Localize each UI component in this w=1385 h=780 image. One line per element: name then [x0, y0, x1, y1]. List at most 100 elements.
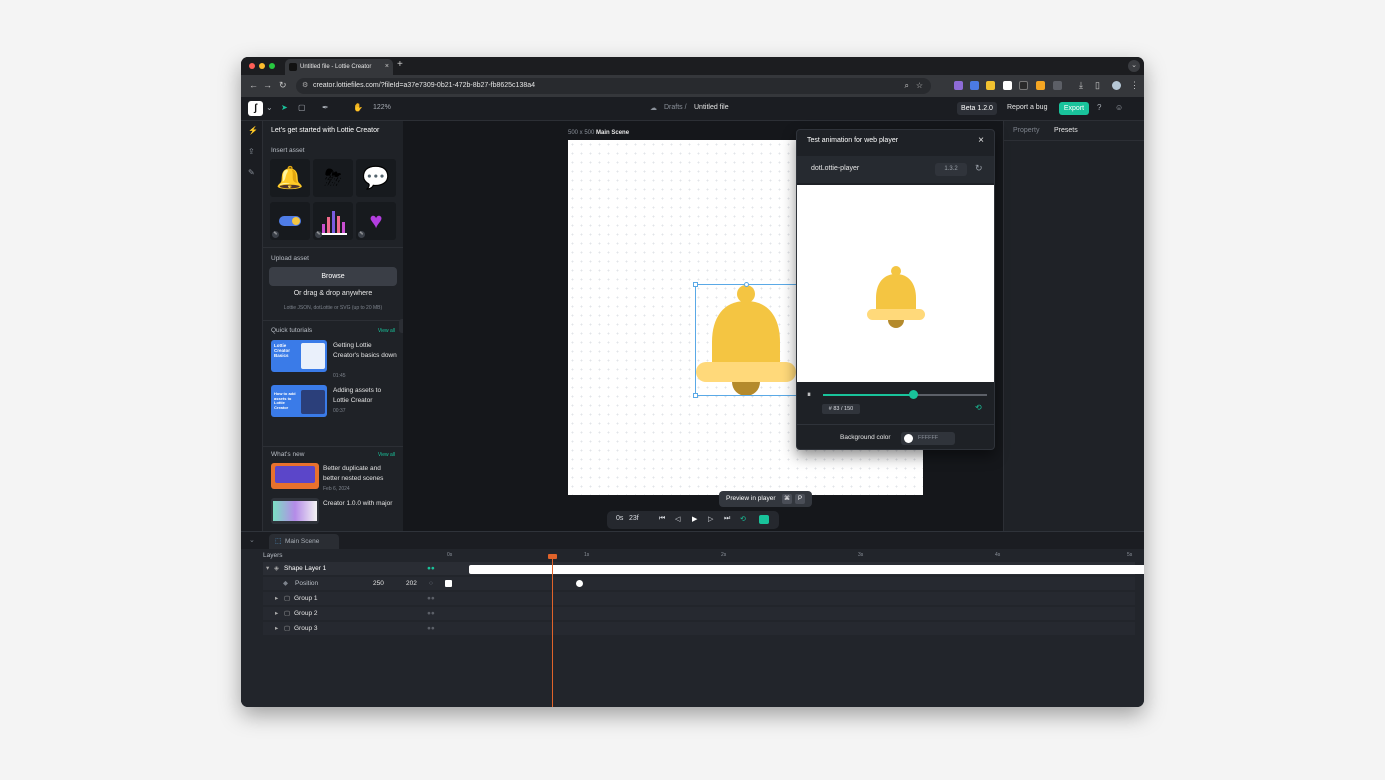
browser-menu-icon[interactable]: ⋮ — [1130, 80, 1139, 91]
hand-tool-icon[interactable]: ✋ — [353, 103, 363, 112]
preview-player-icon[interactable] — [759, 515, 769, 524]
edit-icon[interactable]: ✎ — [315, 231, 322, 238]
tutorial-thumbnail[interactable]: Lottie Creator Basics — [271, 340, 327, 372]
chat-bubble-asset[interactable]: 💬 — [356, 159, 396, 197]
visibility-icon[interactable]: ●● — [427, 592, 435, 605]
play-icon[interactable]: ▶ — [692, 515, 697, 523]
skip-start-icon[interactable]: ⏮ — [659, 515, 665, 523]
edit-icon[interactable]: ✎ — [272, 231, 279, 238]
extension-icon[interactable] — [954, 81, 963, 90]
loop-icon[interactable]: ⟲ — [975, 403, 982, 412]
rectangle-tool-icon[interactable]: ▢ — [298, 103, 306, 112]
view-all-tutorials-link[interactable]: View all — [378, 328, 395, 334]
extension-icon[interactable] — [1036, 81, 1045, 90]
visibility-icon[interactable]: ●● — [427, 622, 435, 635]
lightning-icon[interactable]: ⚡ — [248, 126, 258, 135]
news-thumbnail[interactable] — [271, 498, 319, 524]
minimize-window-dot[interactable] — [259, 63, 265, 69]
bell-asset[interactable]: 🔔 — [270, 159, 310, 197]
zoom-level[interactable]: 122% — [373, 104, 391, 111]
pause-icon[interactable]: ⏸ — [807, 390, 811, 400]
browser-tab[interactable]: Untitled file - Lottie Creator × — [285, 59, 393, 75]
storm-cloud-asset[interactable]: ⛈ — [313, 159, 353, 197]
skip-end-icon[interactable]: ⏭ — [724, 515, 730, 523]
keyframe-nav-icon[interactable]: ◆ — [283, 577, 288, 590]
close-dialog-icon[interactable]: × — [978, 135, 984, 146]
player-name[interactable]: dotLottie-player — [811, 165, 859, 172]
layer-visibility-icon[interactable]: ●● — [427, 562, 435, 575]
extension-icon[interactable] — [986, 81, 995, 90]
player-progress-slider[interactable] — [823, 390, 987, 399]
select-tool-icon[interactable]: ➤ — [281, 103, 288, 112]
layer-name[interactable]: Shape Layer 1 — [284, 562, 326, 575]
tab-search-icon[interactable]: ⌄ — [1128, 60, 1140, 72]
expand-icon[interactable]: ▾ — [266, 562, 269, 575]
group-name[interactable]: Group 1 — [294, 592, 318, 605]
heart-asset[interactable]: ♥ ✎ — [356, 202, 396, 240]
close-window-dot[interactable] — [249, 63, 255, 69]
refresh-icon[interactable]: ↻ — [975, 163, 983, 174]
extension-icon[interactable] — [970, 81, 979, 90]
tutorial-title[interactable]: Adding assets to Lottie Creator — [333, 386, 397, 406]
pen-tool-icon[interactable]: ✒ — [322, 103, 329, 112]
lottie-logo-icon[interactable]: ʃ — [248, 101, 263, 116]
expand-icon[interactable]: ▸ — [275, 622, 278, 635]
tab-property[interactable]: Property — [1013, 127, 1039, 134]
group-row[interactable]: ▸ ▢ Group 3 ●● — [263, 622, 1135, 635]
selection-box[interactable] — [695, 284, 797, 396]
toggle-asset[interactable]: ✎ — [270, 202, 310, 240]
frame-display[interactable]: 23f — [629, 515, 639, 522]
url-field[interactable]: ⚙ creator.lottiefiles.com/?fileId=a37e73… — [296, 78, 931, 94]
bar-chart-asset[interactable]: ✎ — [313, 202, 353, 240]
file-name[interactable]: Untitled file — [694, 104, 729, 111]
selection-handle[interactable] — [693, 282, 698, 287]
timeline-scene-tab[interactable]: ⬚ Main Scene — [269, 534, 339, 549]
bg-color-input[interactable]: FFFFFF — [901, 432, 955, 445]
tutorial-thumbnail[interactable]: How to add assets to Lottie Creator — [271, 385, 327, 417]
menu-chevron-icon[interactable]: ⌄ — [266, 103, 273, 112]
keyframe-marker[interactable] — [576, 580, 583, 587]
back-icon[interactable]: ← — [249, 80, 258, 90]
selection-handle[interactable] — [693, 393, 698, 398]
step-forward-icon[interactable]: ▷ — [708, 515, 713, 523]
group-row[interactable]: ▸ ▢ Group 1 ●● — [263, 592, 1135, 605]
edit-icon[interactable]: ✎ — [358, 231, 365, 238]
expand-icon[interactable]: ▸ — [275, 592, 278, 605]
browse-button[interactable]: Browse — [269, 267, 397, 286]
account-icon[interactable]: ☺ — [1115, 103, 1123, 112]
export-button[interactable]: Export — [1059, 102, 1089, 115]
group-row[interactable]: ▸ ▢ Group 2 ●● — [263, 607, 1135, 620]
extension-icon[interactable] — [1019, 81, 1028, 90]
reload-icon[interactable]: ↻ — [279, 80, 287, 91]
group-name[interactable]: Group 2 — [294, 607, 318, 620]
profile-avatar-icon[interactable] — [1112, 81, 1121, 90]
bookmark-star-icon[interactable]: ☆ — [916, 78, 923, 94]
brush-icon[interactable]: ✎ — [248, 168, 255, 177]
close-tab-icon[interactable]: × — [385, 59, 389, 75]
help-icon[interactable]: ? — [1097, 103, 1101, 112]
maximize-window-dot[interactable] — [269, 63, 275, 69]
view-all-news-link[interactable]: View all — [378, 452, 395, 458]
property-row[interactable]: ◆ Position 250 202 ○ — [263, 577, 1135, 590]
visibility-icon[interactable]: ●● — [427, 607, 435, 620]
slider-knob[interactable] — [909, 390, 919, 399]
tutorial-title[interactable]: Getting Lottie Creator's basics down — [333, 341, 397, 361]
upload-icon[interactable]: ⇪ — [248, 147, 255, 156]
download-icon[interactable]: ⤓ — [1079, 80, 1083, 91]
keyframe-marker[interactable] — [445, 580, 452, 587]
link-icon[interactable]: ○ — [429, 577, 433, 590]
forward-icon[interactable]: → — [263, 80, 272, 90]
expand-icon[interactable]: ▸ — [275, 607, 278, 620]
report-bug-link[interactable]: Report a bug — [1007, 104, 1047, 111]
site-info-icon[interactable]: ⚙ — [302, 78, 308, 94]
layer-duration-bar[interactable] — [469, 565, 1144, 574]
tab-presets[interactable]: Presets — [1054, 127, 1078, 134]
layer-row[interactable]: ▾ ◈ Shape Layer 1 ●● — [263, 562, 1144, 575]
color-swatch[interactable] — [904, 434, 913, 443]
zoom-icon[interactable]: ⌕ — [905, 78, 909, 94]
breadcrumb-drafts[interactable]: Drafts / — [664, 104, 687, 111]
step-back-icon[interactable]: ◁ — [675, 515, 680, 523]
extension-icon[interactable] — [1003, 81, 1012, 90]
position-x-value[interactable]: 250 — [373, 577, 384, 590]
news-thumbnail[interactable] — [271, 463, 319, 489]
